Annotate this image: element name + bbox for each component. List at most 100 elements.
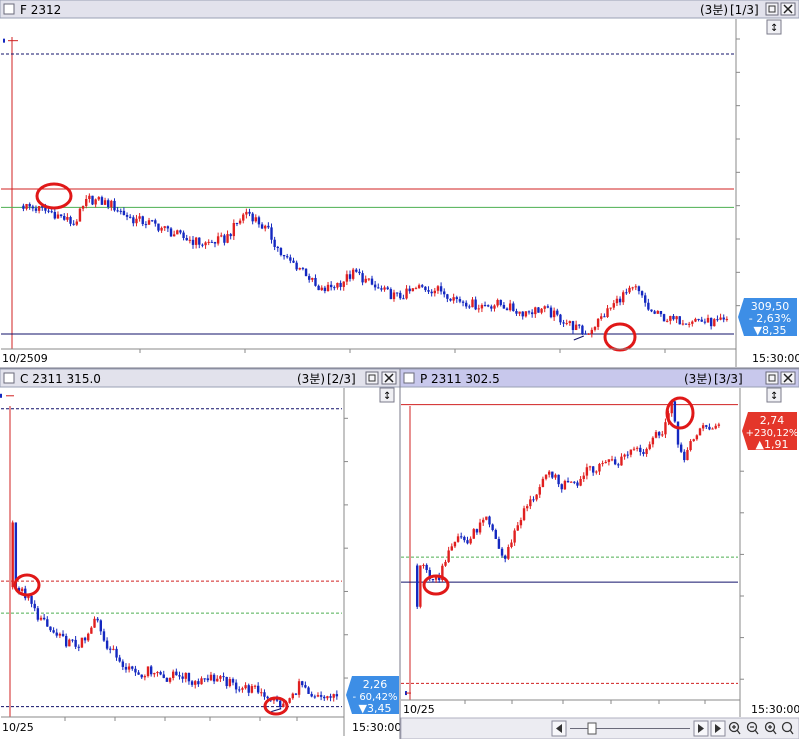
candle-body — [172, 234, 176, 237]
candle-body — [232, 223, 236, 237]
candle-body — [631, 287, 634, 289]
candle-body — [485, 516, 488, 520]
close-icon[interactable] — [381, 371, 397, 385]
scroll-thumb[interactable] — [587, 722, 597, 735]
candle-body — [53, 211, 57, 219]
candle-body — [618, 298, 622, 303]
candle-body — [537, 307, 540, 313]
candle-body — [447, 550, 450, 562]
candle-body — [364, 278, 367, 283]
candle-body — [245, 211, 248, 215]
scroll-right-button[interactable] — [693, 720, 709, 737]
scale-icon[interactable]: ↕ — [379, 387, 395, 403]
candle-body — [626, 454, 629, 456]
candle-body — [540, 308, 543, 313]
candle-body — [443, 291, 446, 295]
candle-body — [571, 321, 575, 331]
candle-body — [686, 450, 689, 461]
candle-body — [574, 324, 578, 331]
candle-body — [623, 454, 626, 457]
page-indicator: [2/3] — [327, 372, 356, 386]
candle-body — [273, 239, 276, 247]
candle-body — [58, 633, 62, 636]
candle-body — [47, 210, 50, 212]
candle-body — [71, 639, 74, 641]
interval-label[interactable]: (3분) — [700, 3, 728, 17]
candle-body — [270, 227, 273, 240]
candle-body — [181, 676, 184, 679]
plot-area[interactable] — [1, 388, 344, 717]
candle-body — [490, 306, 493, 309]
candle-body — [446, 294, 449, 299]
candle-body — [439, 286, 443, 292]
candle-prev-session — [3, 38, 5, 43]
panel-title: P 2311 302.5 — [420, 372, 500, 386]
candle-body — [169, 228, 173, 237]
candle-body — [565, 323, 568, 325]
candle-body — [549, 307, 553, 318]
candle-body — [566, 480, 570, 483]
candle-body — [143, 676, 147, 678]
candle-body — [386, 287, 389, 290]
scroll-left-button[interactable] — [551, 720, 567, 737]
time-end-label: 15:30:00 — [751, 703, 799, 716]
panel-select-checkbox[interactable] — [3, 372, 15, 384]
candle-body — [579, 478, 582, 486]
close-icon[interactable] — [780, 2, 796, 16]
candle-body — [534, 307, 537, 315]
candle-body — [99, 620, 103, 632]
candle-body — [80, 637, 84, 648]
candle-body — [107, 200, 110, 208]
candle-body — [629, 449, 633, 455]
candle-body — [716, 319, 719, 321]
page-indicator: [1/3] — [730, 3, 759, 17]
candle-body — [279, 700, 282, 708]
candle-body — [449, 298, 452, 301]
scale-icon[interactable]: ↕ — [766, 387, 782, 403]
candle-body — [319, 695, 323, 697]
scale-icon[interactable]: ↕ — [766, 19, 782, 35]
panel-select-checkbox[interactable] — [403, 372, 415, 384]
candle-body — [488, 516, 491, 525]
candle-body — [311, 277, 314, 280]
candle-body — [52, 630, 55, 633]
interval-label[interactable]: (3분) — [684, 372, 712, 386]
panel-select-checkbox[interactable] — [3, 3, 15, 15]
candle-body — [61, 633, 65, 636]
candle-body — [157, 223, 160, 231]
candle-body — [34, 208, 38, 211]
candle-body — [282, 254, 286, 257]
candle-body — [615, 298, 619, 304]
candle-body — [88, 195, 91, 199]
candle-body — [453, 541, 457, 547]
candle-body — [510, 542, 513, 548]
candle-body — [640, 291, 644, 296]
scroll-end-button[interactable] — [710, 720, 726, 737]
interval-label[interactable]: (3분) — [297, 372, 325, 386]
restore-icon[interactable] — [765, 371, 779, 385]
candle-body — [551, 471, 554, 478]
panel-f2312: F 2312 (3분) [1/3] ↕ 10/2509 15:30:00 309… — [0, 0, 799, 367]
candle-body — [216, 678, 219, 682]
candle-body — [455, 297, 458, 300]
candle-body — [399, 292, 402, 299]
candle-body — [522, 508, 526, 521]
candle-body — [596, 318, 600, 327]
close-icon[interactable] — [780, 371, 796, 385]
candle-body — [395, 292, 399, 294]
candle-body — [77, 646, 80, 648]
candle-body — [525, 506, 529, 509]
time-end-label: 15:30:00 — [752, 352, 799, 365]
candle-body — [298, 268, 301, 270]
plot-area[interactable] — [1, 19, 736, 349]
candle-body — [282, 703, 285, 708]
panel-titlebar[interactable] — [0, 0, 799, 19]
candle-body — [547, 471, 551, 475]
candle-body — [342, 281, 345, 287]
restore-icon[interactable] — [765, 2, 779, 16]
candle-body — [461, 301, 465, 303]
candle-body — [68, 639, 71, 647]
candle-body — [138, 216, 141, 219]
restore-icon[interactable] — [365, 371, 379, 385]
candle-body — [226, 234, 229, 243]
